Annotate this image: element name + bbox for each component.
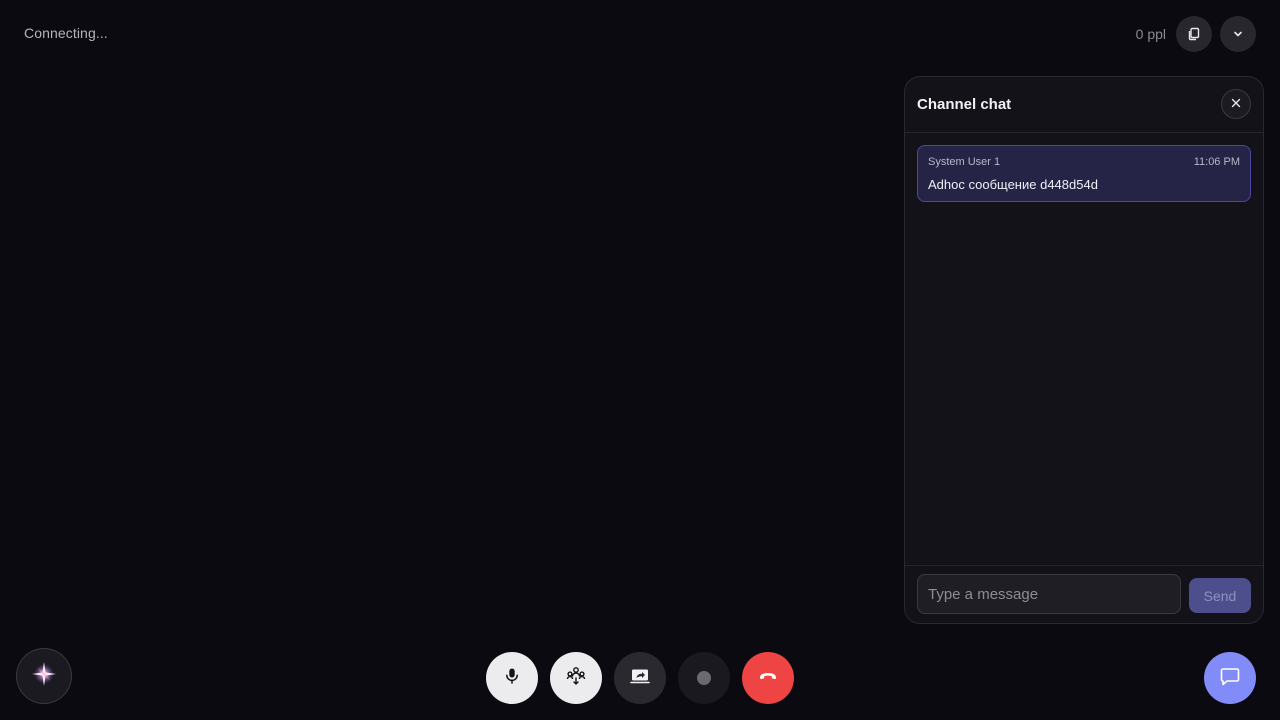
send-button[interactable]: Send bbox=[1189, 578, 1251, 613]
message-author: System User 1 bbox=[928, 156, 1001, 168]
ai-assistant-button[interactable] bbox=[16, 648, 72, 704]
close-chat-button[interactable] bbox=[1221, 89, 1251, 119]
hang-up-icon bbox=[757, 665, 779, 692]
call-controls bbox=[486, 652, 794, 704]
message-text: Adhoc сообщение d448d54d bbox=[928, 177, 1098, 192]
microphone-button[interactable] bbox=[486, 652, 538, 704]
sparkle-icon bbox=[29, 659, 59, 694]
chat-message: System User 1 11:06 PM Adhoc сообщение d… bbox=[917, 145, 1251, 202]
message-composer: Send bbox=[905, 565, 1263, 623]
leave-call-button[interactable] bbox=[742, 652, 794, 704]
collapse-button[interactable] bbox=[1220, 16, 1256, 52]
noise-suppression-icon bbox=[565, 665, 587, 692]
message-time: 11:06 PM bbox=[1193, 156, 1240, 168]
noise-suppression-button[interactable] bbox=[550, 652, 602, 704]
message-input[interactable] bbox=[917, 574, 1181, 614]
chat-bubble-icon bbox=[1219, 665, 1241, 692]
chevron-down-icon bbox=[1232, 28, 1244, 40]
message-list: System User 1 11:06 PM Adhoc сообщение d… bbox=[917, 145, 1251, 202]
chat-panel: Channel chat System User 1 11:06 PM Adho… bbox=[904, 76, 1264, 624]
record-dot-icon bbox=[697, 671, 711, 685]
microphone-icon bbox=[503, 667, 521, 690]
top-right-toolbar: 0 ppl bbox=[1136, 16, 1256, 52]
record-button[interactable] bbox=[678, 652, 730, 704]
screen-share-icon bbox=[630, 667, 650, 690]
copy-link-button[interactable] bbox=[1176, 16, 1212, 52]
chat-header: Channel chat bbox=[905, 77, 1263, 133]
close-icon bbox=[1231, 95, 1241, 113]
chat-toggle-button[interactable] bbox=[1204, 652, 1256, 704]
connection-status: Connecting... bbox=[24, 25, 108, 41]
copy-icon bbox=[1187, 27, 1201, 41]
participant-count: 0 ppl bbox=[1135, 26, 1166, 42]
chat-title: Channel chat bbox=[917, 96, 1012, 113]
screen-share-button[interactable] bbox=[614, 652, 666, 704]
call-screen: Connecting... 0 ppl Channel chat System … bbox=[0, 0, 1280, 720]
